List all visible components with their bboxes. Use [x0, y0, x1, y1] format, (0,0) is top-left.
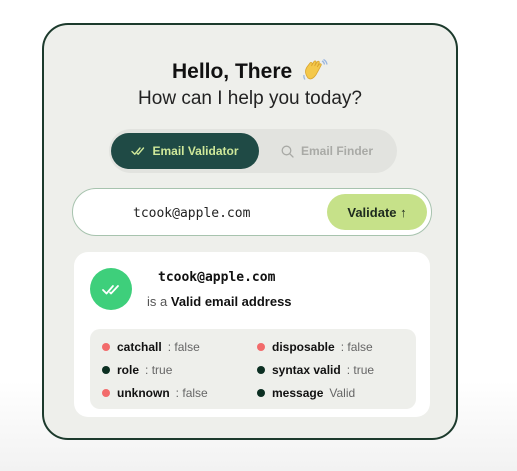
- tab-label: Email Finder: [300, 144, 374, 158]
- detail-catchall: catchall : false: [102, 337, 200, 357]
- detail-value: true: [353, 363, 375, 377]
- email-input[interactable]: [133, 203, 313, 223]
- status-dot: [102, 343, 110, 351]
- detail-separator: :: [346, 363, 351, 377]
- tab-email-finder[interactable]: Email Finder: [259, 133, 395, 169]
- status-dot: [257, 389, 265, 397]
- greeting-title: Hello, There: [44, 58, 456, 84]
- tab-email-validator[interactable]: Email Validator: [111, 133, 259, 169]
- waving-hand-icon: [302, 58, 328, 82]
- search-icon: [281, 145, 294, 158]
- detail-separator: :: [340, 340, 345, 354]
- detail-value: true: [151, 363, 173, 377]
- detail-value: false: [347, 340, 373, 354]
- detail-key: syntax valid: [272, 363, 341, 377]
- result-prefix: is a: [147, 294, 168, 309]
- double-check-icon: [131, 147, 145, 155]
- detail-key: role: [117, 363, 140, 377]
- validate-button[interactable]: Validate ↑: [327, 194, 427, 230]
- detail-value: false: [182, 386, 208, 400]
- status-dot: [257, 343, 265, 351]
- result-status: Valid email address: [170, 294, 292, 309]
- detail-unknown: unknown : false: [102, 383, 208, 403]
- validation-details: catchall : false disposable : false role…: [90, 329, 416, 409]
- detail-message: message Valid: [257, 383, 355, 403]
- status-dot: [102, 389, 110, 397]
- detail-separator: :: [175, 386, 180, 400]
- detail-syntax-valid: syntax valid : true: [257, 360, 374, 380]
- detail-disposable: disposable : false: [257, 337, 373, 357]
- detail-key: catchall: [117, 340, 162, 354]
- email-search-bar: Validate ↑: [72, 188, 432, 236]
- mode-tabs: Email Validator Email Finder: [109, 129, 397, 173]
- detail-value: Valid: [329, 386, 356, 400]
- valid-status-icon: [90, 268, 132, 310]
- status-dot: [257, 366, 265, 374]
- detail-key: unknown: [117, 386, 170, 400]
- result-status-line: is a Valid email address: [147, 294, 292, 309]
- validation-result-card: tcook@apple.com is a Valid email address…: [74, 252, 430, 417]
- detail-key: message: [272, 386, 324, 400]
- greeting-text: Hello, There: [171, 60, 293, 83]
- double-check-icon: [102, 285, 119, 295]
- email-validator-card: Hello, There How can I help you today? E…: [42, 23, 458, 440]
- result-email: tcook@apple.com: [158, 270, 276, 285]
- detail-role: role : true: [102, 360, 172, 380]
- detail-separator: :: [145, 363, 149, 377]
- detail-separator: :: [167, 340, 172, 354]
- detail-value: false: [174, 340, 200, 354]
- status-dot: [102, 366, 110, 374]
- subtitle: How can I help you today?: [138, 88, 362, 109]
- detail-key: disposable: [272, 340, 335, 354]
- tab-label: Email Validator: [152, 144, 239, 158]
